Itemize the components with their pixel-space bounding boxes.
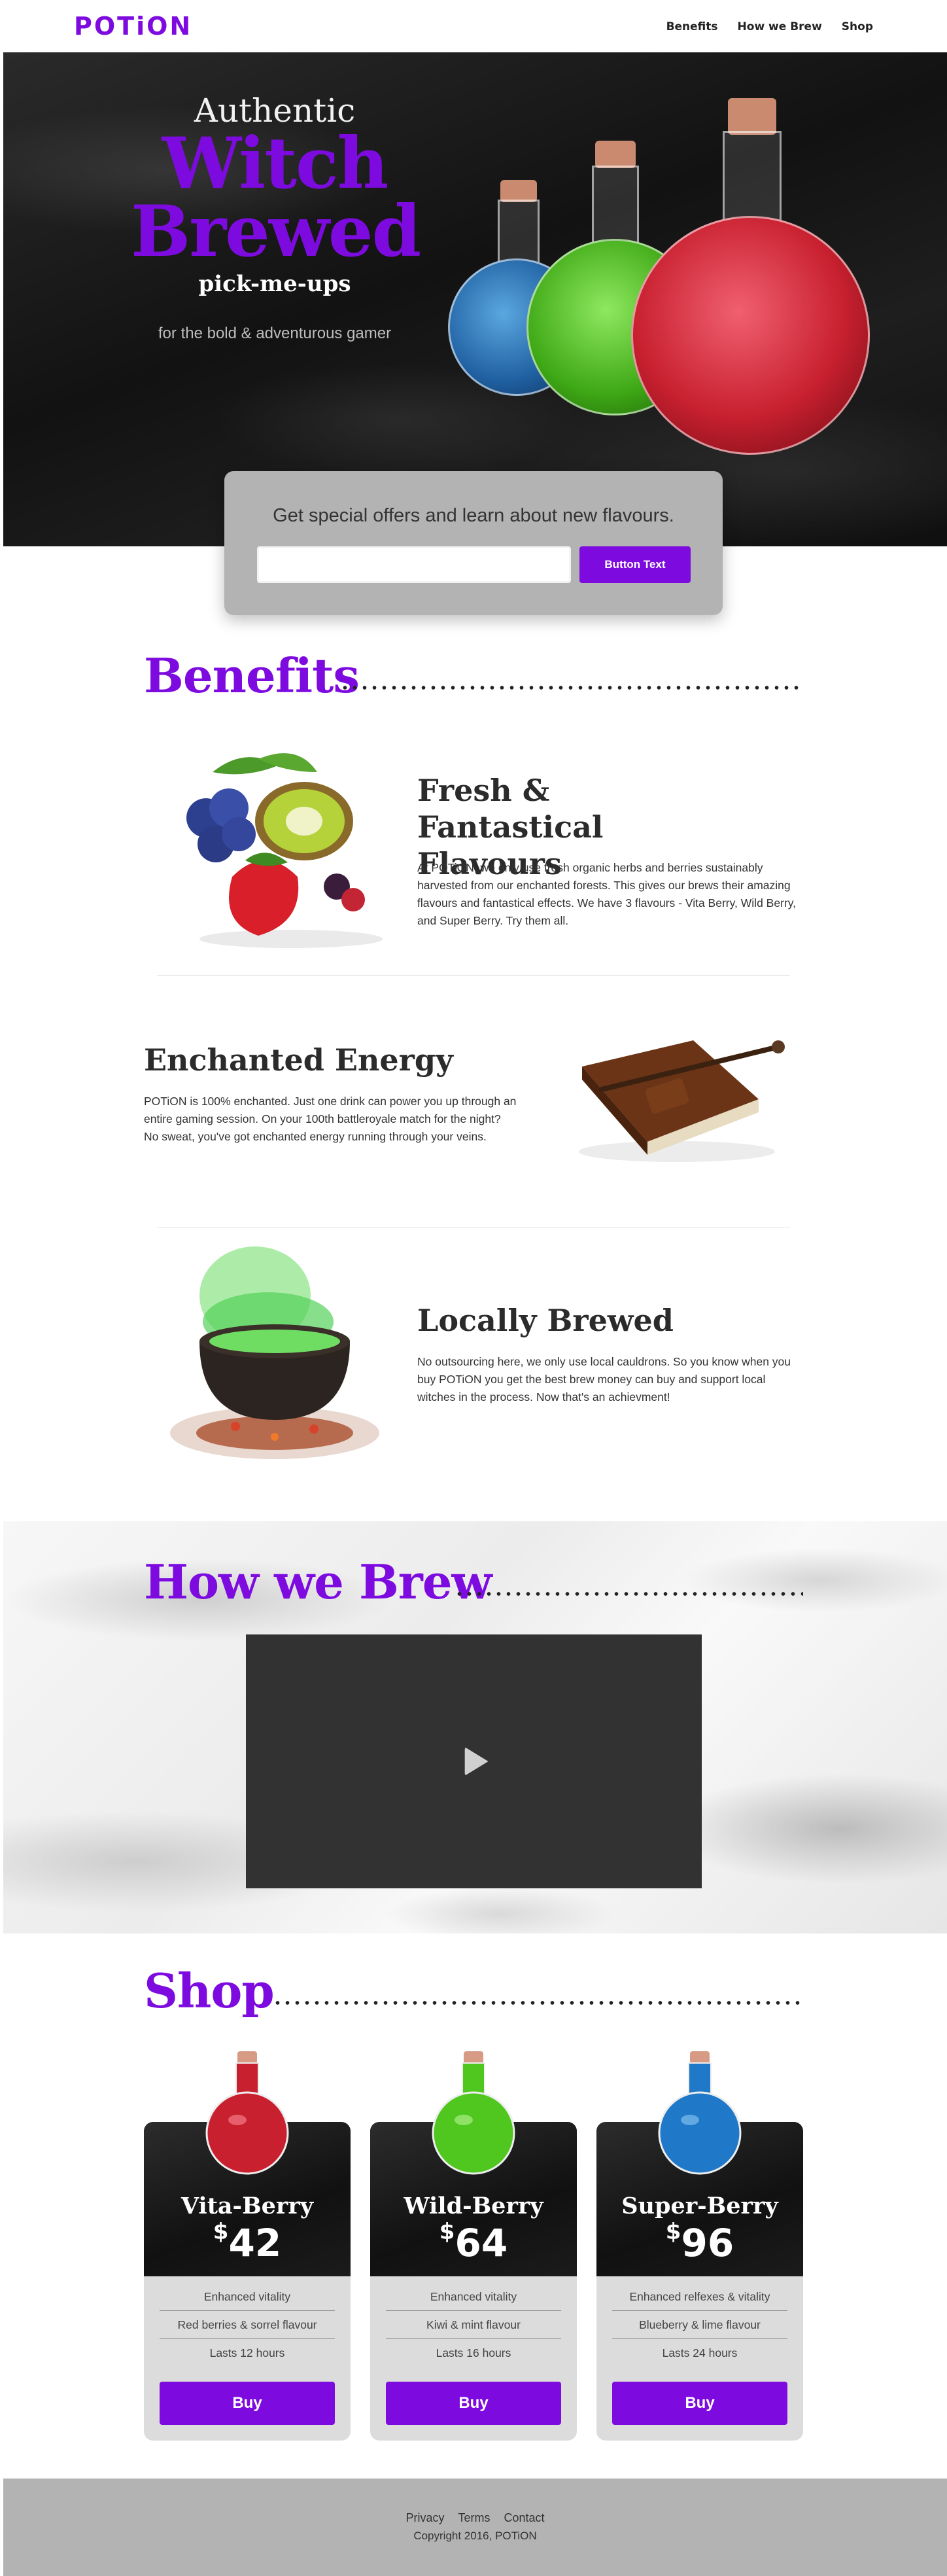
benefits-heading: Benefits [144,648,360,703]
product-price: $96 [596,2219,803,2265]
product-feature: Lasts 24 hours [662,2346,738,2359]
nav-links: Benefits How we Brew Shop [666,20,873,33]
product-feature: Lasts 16 hours [436,2346,511,2359]
green-potion-bottle-icon [431,2051,516,2182]
heading-dotted-line [273,2000,803,2006]
brew-section-header: How we Brew [144,1554,803,1613]
nav-link-how-we-brew[interactable]: How we Brew [738,20,822,33]
red-potion-image [631,98,870,465]
benefit-text-local: No outsourcing here, we only use local c… [417,1355,791,1403]
benefits-section-header: Benefits [144,648,803,707]
benefit-title-local: Locally Brewed [417,1303,674,1338]
signup-button[interactable]: Button Text [579,546,691,583]
product-feature: Enhanced vitality [160,2283,335,2311]
shop-section-header: Shop [144,1963,803,2022]
product-feature: Lasts 12 hours [209,2346,285,2359]
price-value: 42 [228,2221,282,2265]
footer-link-contact[interactable]: Contact [504,2511,545,2524]
fruit-image [167,746,402,955]
email-input[interactable] [257,546,571,583]
footer-link-terms[interactable]: Terms [458,2511,490,2524]
newsletter-signup-panel: Get special offers and learn about new f… [224,471,723,615]
price-value: 96 [681,2221,734,2265]
nav-link-shop[interactable]: Shop [842,20,873,33]
top-nav: POTiON Benefits How we Brew Shop [0,0,947,52]
hero-line-witch: Witch [162,122,389,205]
buy-button[interactable]: Buy [612,2382,787,2425]
benefit-title-energy: Enchanted Energy [144,1042,453,1078]
product-name: Super-Berry [621,2193,778,2219]
product-feature: Enhanced vitality [386,2283,561,2311]
product-feature: Kiwi & mint flavour [386,2311,561,2339]
hero-subtitle: for the bold & adventurous gamer [158,325,392,342]
product-feature: Blueberry & lime flavour [612,2311,787,2339]
hero-line-brewed: Brewed [131,190,421,273]
cauldron-image [157,1243,392,1466]
product-feature: Enhanced relfexes & vitality [612,2283,787,2311]
play-icon[interactable] [464,1747,489,1776]
heading-dotted-line [340,684,803,691]
product-price: $42 [144,2219,351,2265]
benefit-text-fresh: At POTiON, we only use fresh organic her… [417,861,797,927]
logo[interactable]: POTiON [74,12,192,41]
product-name: Vita-Berry [181,2193,314,2219]
spellbook-wand-image [562,1021,798,1165]
price-currency: $ [439,2219,455,2245]
benefit-text-energy: POTiON is 100% enchanted. Just one drink… [144,1095,517,1143]
price-currency: $ [213,2219,229,2245]
red-potion-bottle-icon [205,2051,290,2182]
buy-button[interactable]: Buy [160,2382,335,2425]
heading-dotted-line [455,1591,803,1597]
brew-heading: How we Brew [144,1554,492,1610]
video-player[interactable] [246,1634,702,1888]
footer-link-privacy[interactable]: Privacy [405,2511,444,2524]
price-currency: $ [665,2219,681,2245]
hero-line-pick-me-ups: pick-me-ups [198,271,351,297]
signup-title: Get special offers and learn about new f… [273,505,674,526]
blue-potion-bottle-icon [657,2051,742,2182]
product-feature: Red berries & sorrel flavour [160,2311,335,2339]
buy-button[interactable]: Buy [386,2382,561,2425]
copyright-text: Copyright 2016, POTiON [413,2530,537,2542]
product-price: $64 [370,2219,577,2265]
footer-links: Privacy Terms Contact [3,2511,947,2525]
footer: Privacy Terms Contact Copyright 2016, PO… [3,2479,947,2576]
price-value: 64 [455,2221,508,2265]
product-name: Wild-Berry [404,2193,543,2219]
section-divider [157,975,790,976]
hero-text: Authentic Witch Brewed pick-me-ups for t… [131,92,421,343]
nav-link-benefits[interactable]: Benefits [666,20,718,33]
shop-heading: Shop [144,1963,275,2019]
